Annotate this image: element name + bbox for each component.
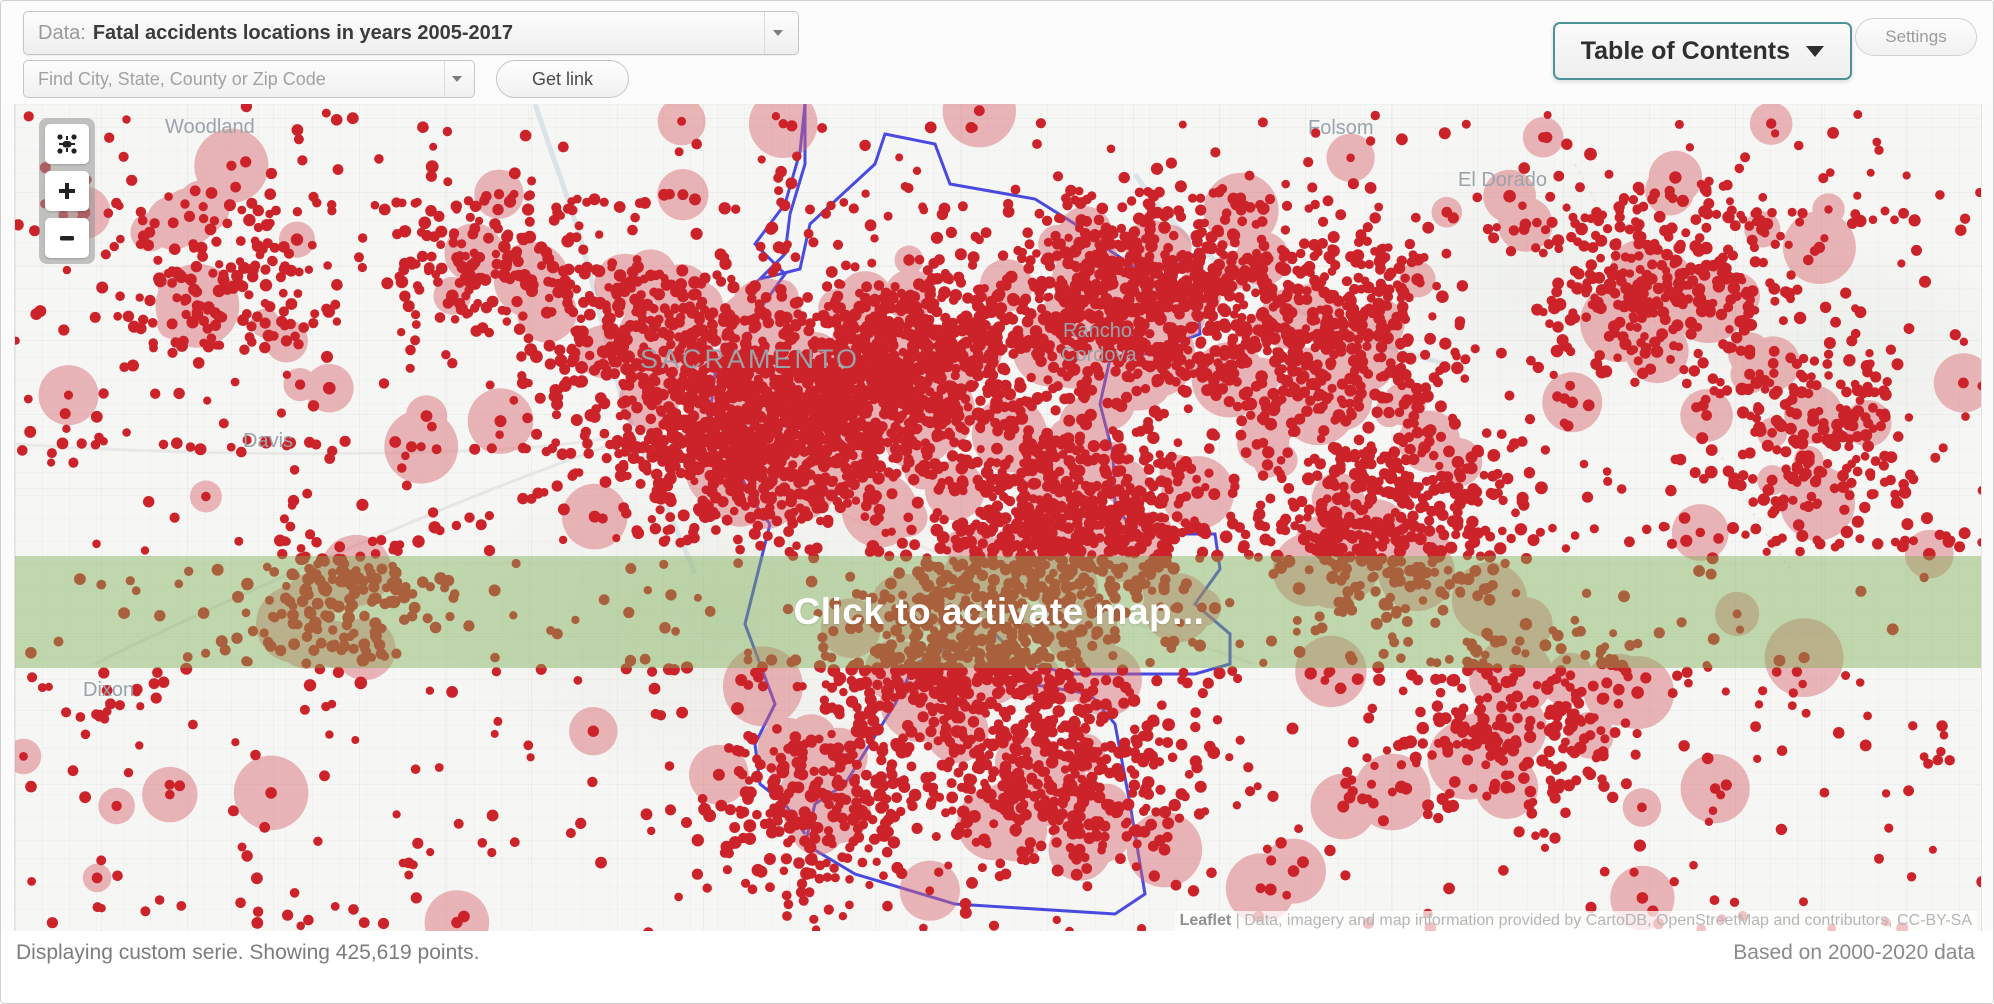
attribution-rest: | Data, imagery and map information prov… bbox=[1231, 912, 1972, 929]
table-of-contents-label: Table of Contents bbox=[1580, 36, 1790, 65]
chevron-down-icon bbox=[1806, 45, 1824, 57]
table-of-contents-button[interactable]: Table of Contents bbox=[1552, 22, 1852, 80]
location-search-placeholder: Find City, State, County or Zip Code bbox=[38, 68, 326, 89]
map-application: Data: Fatal accidents locations in years… bbox=[0, 0, 1994, 1004]
map-waterways bbox=[15, 104, 1796, 666]
get-link-button[interactable]: Get link bbox=[496, 60, 629, 98]
map-zoom-controls bbox=[39, 118, 95, 264]
chevron-down-icon bbox=[764, 12, 790, 54]
map-attribution: Leaflet | Data, imagery and map informat… bbox=[1174, 911, 1977, 931]
plus-icon bbox=[59, 183, 75, 199]
data-basis-text: Based on 2000-2020 data bbox=[1733, 941, 1975, 964]
zoom-out-button[interactable] bbox=[45, 218, 89, 258]
chevron-down-icon bbox=[444, 61, 468, 97]
data-series-select[interactable]: Data: Fatal accidents locations in years… bbox=[23, 11, 799, 55]
data-select-prefix: Data: bbox=[38, 21, 86, 44]
status-text: Displaying custom serie. Showing 425,619… bbox=[16, 941, 480, 964]
map-viewport[interactable]: Woodland Folsom El Dorado SACRAMENTO Rancho C… bbox=[14, 104, 1982, 933]
settings-button[interactable]: Settings bbox=[1855, 18, 1977, 56]
zoom-in-button[interactable] bbox=[45, 171, 89, 211]
top-toolbar: Data: Fatal accidents locations in years… bbox=[1, 1, 1993, 104]
data-select-value: Fatal accidents locations in years 2005-… bbox=[92, 21, 514, 44]
status-bar: Displaying custom serie. Showing 425,619… bbox=[1, 931, 1993, 1003]
fullscreen-button[interactable] bbox=[45, 124, 89, 164]
activate-map-label: Click to activate map... bbox=[793, 591, 1205, 632]
leaflet-link[interactable]: Leaflet bbox=[1180, 912, 1232, 929]
location-search-input[interactable]: Find City, State, County or Zip Code bbox=[23, 60, 475, 98]
minus-icon bbox=[60, 236, 74, 241]
fullscreen-icon bbox=[57, 134, 77, 154]
activate-map-overlay[interactable]: Click to activate map... bbox=[15, 556, 1981, 668]
